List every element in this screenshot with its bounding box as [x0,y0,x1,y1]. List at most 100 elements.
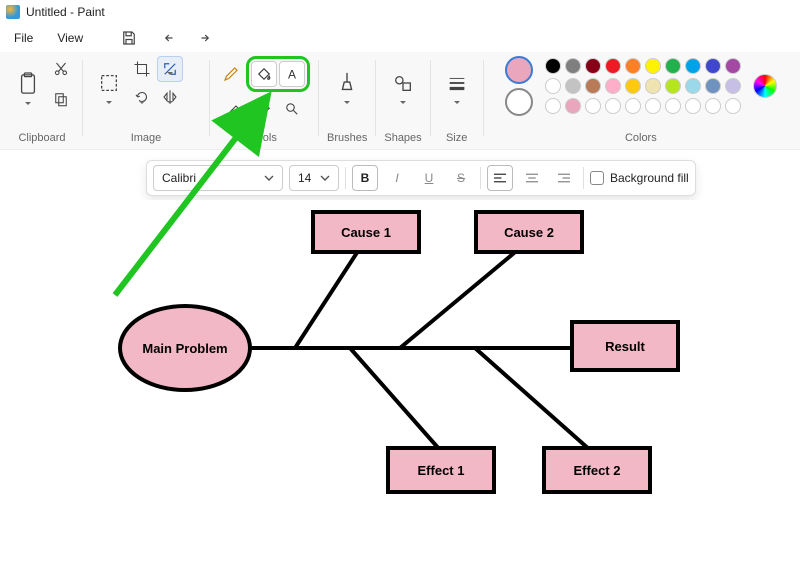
node-main-label: Main Problem [142,341,227,356]
copy-button[interactable] [48,86,74,112]
crop-button[interactable] [129,56,155,82]
pencil-icon [222,65,240,83]
bucket-icon [255,65,273,83]
rotate-button[interactable] [129,84,155,110]
menubar: File View [0,24,800,52]
divider [430,60,431,136]
color-swatch[interactable] [665,58,681,74]
size-button[interactable] [439,56,475,110]
align-left-button[interactable] [487,165,513,191]
cut-button[interactable] [48,56,74,82]
font-family-value: Calibri [162,171,196,185]
ribbon: Clipboard [0,52,800,150]
titlebar: Untitled - Paint [0,0,800,24]
node-effect2-label: Effect 2 [574,463,621,478]
group-label-shapes: Shapes [384,132,421,144]
color-swatch[interactable] [585,78,601,94]
color-swatch[interactable] [705,98,721,114]
save-button[interactable] [115,26,143,50]
fill-tool[interactable] [251,61,277,87]
font-family-select[interactable]: Calibri [153,165,283,191]
color-swatch[interactable] [705,58,721,74]
chevron-down-icon [264,173,274,183]
color-swatch[interactable] [605,98,621,114]
save-icon [120,29,138,47]
node-cause1-label: Cause 1 [341,225,391,240]
color-swatch[interactable] [645,58,661,74]
color-swatch[interactable] [585,98,601,114]
window-title: Untitled - Paint [26,5,105,19]
background-fill-label: Background fill [610,171,689,185]
paste-button[interactable] [10,57,46,111]
text-tool[interactable]: A [279,61,305,87]
brush-icon [336,70,358,96]
color2-swatch[interactable] [505,88,533,116]
group-label-clipboard: Clipboard [18,132,65,144]
picker-tool[interactable] [251,96,277,122]
align-center-button[interactable] [519,165,545,191]
pencil-tool[interactable] [218,61,244,87]
color-swatch[interactable] [725,58,741,74]
color-swatch[interactable] [665,98,681,114]
undo-button[interactable] [157,26,185,50]
font-size-value: 14 [298,171,311,185]
redo-button[interactable] [189,26,217,50]
color1-swatch[interactable] [505,56,533,84]
paste-icon [17,71,39,97]
color-swatch[interactable] [645,78,661,94]
font-size-select[interactable]: 14 [289,165,339,191]
group-clipboard: Clipboard [6,56,78,144]
color-swatch[interactable] [585,58,601,74]
edit-colors-button[interactable] [753,74,777,98]
color-swatch[interactable] [685,58,701,74]
text-toolbar: Calibri 14 B I U S Background fill [146,160,696,196]
color-palette [545,58,741,114]
group-label-image: Image [131,132,162,144]
color-swatch[interactable] [625,58,641,74]
flip-icon [161,88,179,106]
underline-button[interactable]: U [416,165,442,191]
color-swatch[interactable] [665,78,681,94]
color-swatch[interactable] [545,98,561,114]
color-swatch[interactable] [625,98,641,114]
node-result-label: Result [605,339,645,354]
tool-highlight: A [246,56,310,92]
background-fill-checkbox[interactable] [590,171,604,185]
flip-button[interactable] [157,84,183,110]
color-swatch[interactable] [625,78,641,94]
resize-button[interactable] [157,56,183,82]
color-swatch[interactable] [605,58,621,74]
canvas[interactable]: Main Problem Cause 1 Cause 2 Result Effe… [0,200,800,584]
eyedropper-icon [255,100,273,118]
eraser-tool[interactable] [223,96,249,122]
color-swatch[interactable] [725,98,741,114]
size-icon [446,72,468,94]
color-swatch[interactable] [705,78,721,94]
shapes-icon [392,72,414,94]
italic-button[interactable]: I [384,165,410,191]
brushes-button[interactable] [329,56,365,110]
color-swatch[interactable] [545,58,561,74]
separator [480,167,481,189]
eraser-icon [227,100,245,118]
color-swatch[interactable] [605,78,621,94]
color-swatch[interactable] [545,78,561,94]
menu-view[interactable]: View [47,27,93,49]
select-button[interactable] [91,56,127,110]
color-swatch[interactable] [725,78,741,94]
strike-button[interactable]: S [448,165,474,191]
undo-icon [162,29,180,47]
color-swatch[interactable] [645,98,661,114]
color-swatch[interactable] [565,78,581,94]
color-swatch[interactable] [685,98,701,114]
bold-button[interactable]: B [352,165,378,191]
align-right-button[interactable] [551,165,577,191]
shapes-button[interactable] [385,56,421,110]
color-swatch[interactable] [685,78,701,94]
color-swatch[interactable] [565,98,581,114]
node-effect1-label: Effect 1 [418,463,465,478]
resize-icon [161,60,179,78]
color-swatch[interactable] [565,58,581,74]
menu-file[interactable]: File [4,27,43,49]
magnifier-tool[interactable] [279,96,305,122]
